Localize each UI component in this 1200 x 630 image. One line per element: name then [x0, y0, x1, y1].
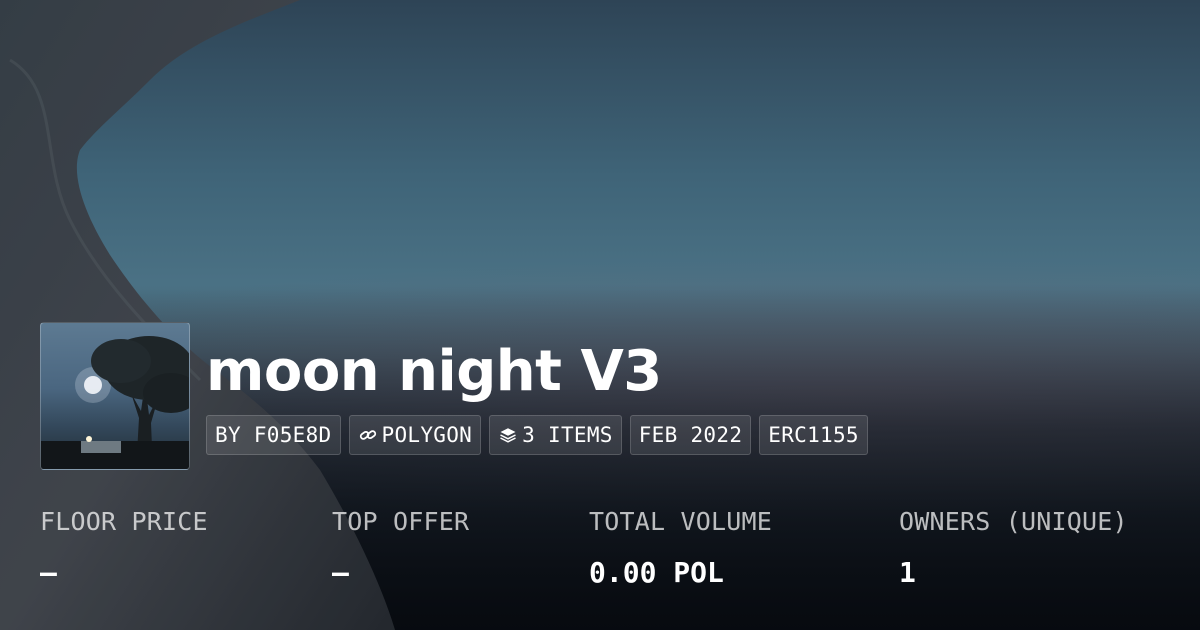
total-volume-label: TOTAL VOLUME — [589, 507, 773, 536]
collection-chips: BY F05E8D POLYGON 3 ITEMS FEB 2022 ERC11… — [206, 415, 868, 455]
top-offer-stat: TOP OFFER – — [332, 505, 469, 590]
chain-label: POLYGON — [381, 423, 473, 447]
floor-price-label: FLOOR PRICE — [40, 507, 208, 536]
date-label: FEB 2022 — [638, 423, 743, 447]
date-chip: FEB 2022 — [629, 415, 752, 455]
collection-title: moon night V3 — [206, 339, 662, 404]
total-volume-stat: TOTAL VOLUME 0.00 POL — [589, 505, 772, 590]
standard-chip: ERC1155 — [759, 415, 868, 455]
items-chip[interactable]: 3 ITEMS — [489, 415, 622, 455]
floor-price-stat: FLOOR PRICE – — [40, 505, 208, 590]
collection-thumbnail[interactable] — [40, 322, 190, 470]
owners-stat: OWNERS (UNIQUE) 1 — [899, 505, 1128, 590]
owners-label: OWNERS (UNIQUE) — [899, 507, 1128, 536]
moon-tree-night-image — [41, 336, 189, 469]
creator-chip[interactable]: BY F05E8D — [206, 415, 341, 455]
items-count-label: 3 ITEMS — [522, 423, 613, 447]
owners-value: 1 — [899, 556, 916, 589]
standard-label: ERC1155 — [768, 423, 859, 447]
layers-icon — [498, 425, 518, 445]
total-volume-value: 0.00 POL — [589, 556, 724, 589]
top-offer-value: – — [332, 556, 349, 589]
floor-price-value: – — [40, 556, 57, 589]
top-offer-label: TOP OFFER — [332, 507, 470, 536]
link-icon — [358, 425, 378, 445]
chain-chip[interactable]: POLYGON — [348, 415, 482, 455]
creator-label: BY F05E8D — [215, 423, 332, 447]
